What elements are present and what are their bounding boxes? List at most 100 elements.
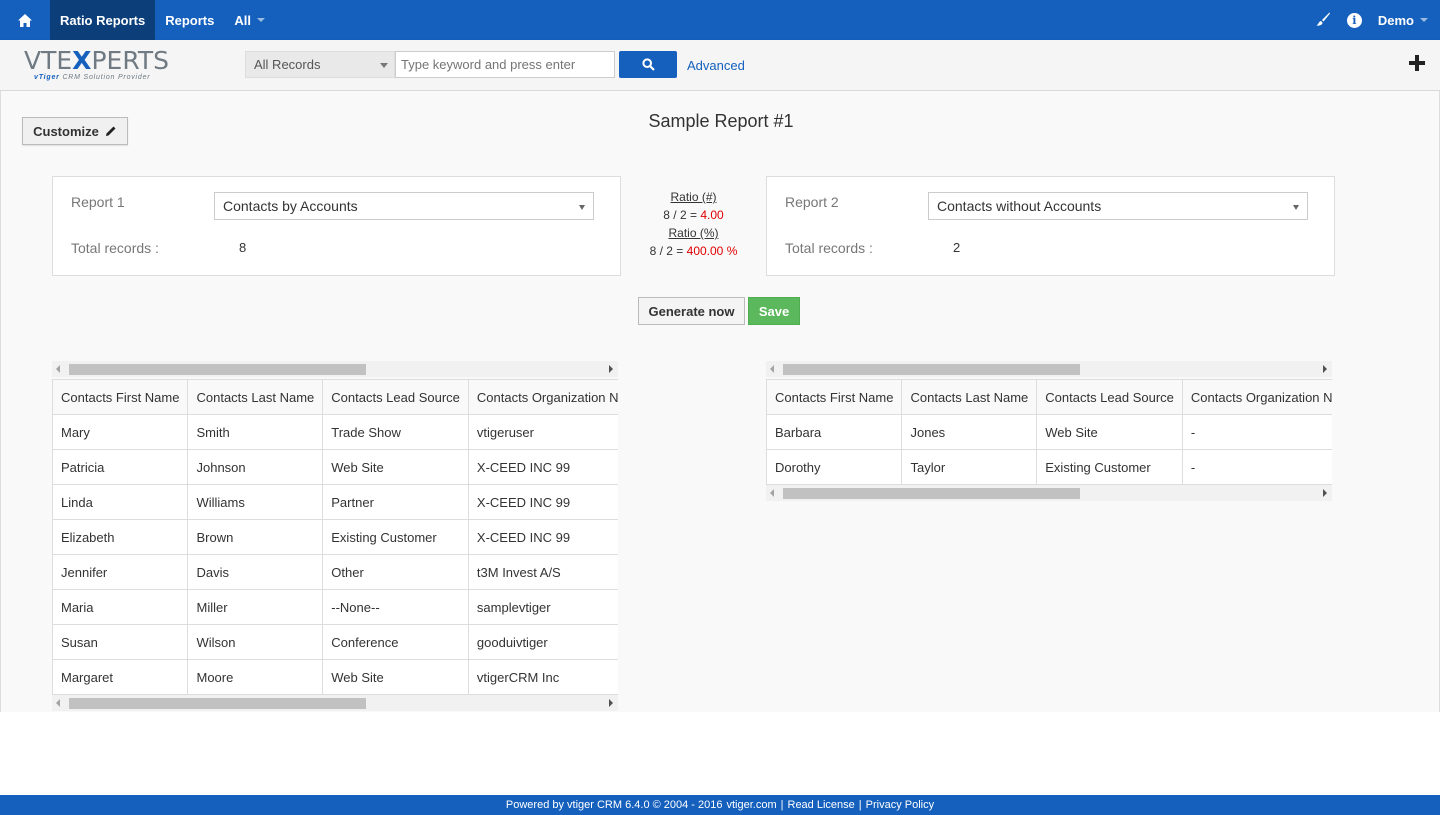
column-header[interactable]: Contacts Lead Source — [1036, 379, 1183, 415]
column-header[interactable]: Contacts Organization Name — [467, 379, 618, 415]
logo-text-left: VTE — [24, 46, 73, 75]
record-filter-select[interactable]: All Records — [245, 51, 395, 78]
brush-icon[interactable] — [1315, 11, 1331, 30]
logo-tagline-brand: vTiger — [34, 74, 60, 81]
column-header[interactable]: Contacts First Name — [766, 379, 903, 415]
vtexperts-logo[interactable]: VTEXPERTS vTiger CRM Solution Provider — [24, 48, 180, 84]
save-button[interactable]: Save — [748, 297, 800, 325]
report-1-table: Contacts First Name Contacts Last Name Con… — [52, 379, 618, 695]
search-input[interactable] — [395, 51, 615, 78]
table-header-row: Contacts First Name Contacts Last Name Con… — [52, 379, 618, 415]
scroll-left-icon[interactable] — [56, 699, 60, 707]
column-header[interactable]: Contacts Lead Source — [322, 379, 469, 415]
ratio-count-label: Ratio (#) — [670, 190, 717, 204]
record-filter-value: All Records — [254, 57, 321, 72]
ratio-percent-label: Ratio (%) — [668, 226, 719, 240]
report-1-select[interactable]: Contacts by Accounts — [214, 192, 594, 220]
report-2-panel: Report 2 Contacts without Accounts Total… — [766, 176, 1335, 276]
column-header[interactable]: Contacts Organization Name — [1181, 379, 1332, 415]
footer-separator: | — [780, 799, 784, 811]
nav-tab-all[interactable]: All — [224, 0, 275, 40]
home-icon[interactable] — [0, 0, 50, 40]
logo-text-right: PERTS — [91, 46, 170, 75]
nav-tab-ratio-reports[interactable]: Ratio Reports — [50, 0, 156, 40]
table-cell: gooduivtiger — [467, 624, 618, 660]
footer-license-link[interactable]: Read License — [788, 799, 855, 811]
table-cell: Davis — [187, 554, 324, 590]
footer-privacy-link[interactable]: Privacy Policy — [866, 799, 934, 811]
table-row: Mary Smith Trade Show vtigeruser — [52, 414, 618, 450]
footer-powered: Powered by vtiger CRM 6.4.0 © 2004 - 201… — [505, 799, 723, 811]
scrollbar-thumb[interactable] — [783, 364, 1080, 375]
plus-icon[interactable] — [1408, 54, 1426, 75]
logo-wordmark: VTEXPERTS — [24, 48, 180, 74]
table-cell: Brown — [187, 519, 324, 555]
user-menu[interactable]: Demo — [1378, 0, 1428, 40]
scrollbar-thumb[interactable] — [69, 698, 366, 709]
table-cell: Moore — [187, 659, 324, 695]
table-1-bottom-scrollbar[interactable] — [52, 695, 618, 711]
column-header[interactable]: Contacts First Name — [52, 379, 189, 415]
report-1-label: Report 1 — [71, 194, 125, 210]
table-cell: Wilson — [187, 624, 324, 660]
table-cell: Existing Customer — [1036, 449, 1183, 485]
scroll-left-icon[interactable] — [770, 365, 774, 373]
report-2-label: Report 2 — [785, 194, 839, 210]
table-cell: Dorothy — [766, 449, 903, 485]
table-cell: Williams — [187, 484, 324, 520]
table-row: Jennifer Davis Other t3M Invest A/S — [52, 554, 618, 590]
table-2-top-scrollbar[interactable] — [766, 361, 1332, 377]
table-cell: Existing Customer — [322, 519, 469, 555]
ratio-count-value: 4.00 — [700, 208, 724, 222]
ratio-percent-expr: 8 / 2 = — [649, 244, 687, 258]
main-content: Customize Sample Report #1 Report 1 Cont… — [0, 91, 1440, 712]
table-cell: --None-- — [322, 589, 469, 625]
ratio-percent-value: 400.00 % — [686, 244, 738, 258]
column-header[interactable]: Contacts Last Name — [187, 379, 324, 415]
caret-down-icon — [380, 63, 388, 68]
column-header[interactable]: Contacts Last Name — [901, 379, 1038, 415]
scroll-right-icon[interactable] — [1323, 489, 1327, 497]
info-icon[interactable]: i — [1346, 12, 1362, 28]
advanced-search-link[interactable]: Advanced — [687, 58, 745, 73]
report-1-selected: Contacts by Accounts — [223, 198, 358, 214]
table-cell: vtigeruser — [467, 414, 618, 450]
report-1-total-value: 8 — [239, 240, 247, 255]
table-header-row: Contacts First Name Contacts Last Name Con… — [766, 379, 1332, 415]
scroll-right-icon[interactable] — [609, 699, 613, 707]
nav-tab-reports[interactable]: Reports — [155, 0, 224, 40]
footer-vtiger-link[interactable]: vtiger.com — [727, 799, 777, 811]
nav-tab-label: Ratio Reports — [60, 12, 146, 28]
table-row: Susan Wilson Conference gooduivtiger — [52, 624, 618, 660]
table-cell: Smith — [187, 414, 324, 450]
table-cell: Patricia — [52, 449, 189, 485]
table-cell: Miller — [187, 589, 324, 625]
chevron-down-icon — [256, 18, 265, 22]
scroll-left-icon[interactable] — [770, 489, 774, 497]
report-2-select[interactable]: Contacts without Accounts — [928, 192, 1308, 220]
scroll-right-icon[interactable] — [609, 365, 613, 373]
generate-now-button[interactable]: Generate now — [638, 297, 745, 325]
caret-down-icon — [1293, 205, 1299, 210]
table-1-top-scrollbar[interactable] — [52, 361, 618, 377]
scrollbar-thumb[interactable] — [69, 364, 366, 375]
logo-tagline-text: CRM Solution Provider — [62, 74, 151, 81]
table-cell: Jones — [901, 414, 1038, 450]
scroll-right-icon[interactable] — [1323, 365, 1327, 373]
ratio-count-expr: 8 / 2 = — [663, 208, 701, 222]
scrollbar-thumb[interactable] — [783, 488, 1080, 499]
nav-right-group: i Demo — [1315, 0, 1428, 40]
scroll-left-icon[interactable] — [56, 365, 60, 373]
table-cell: Maria — [52, 589, 189, 625]
report-2-total-label: Total records : — [785, 240, 873, 256]
chevron-down-icon — [1420, 18, 1428, 22]
page-title: Sample Report #1 — [648, 111, 794, 131]
table-row: Dorothy Taylor Existing Customer - — [766, 449, 1332, 485]
table-row: Margaret Moore Web Site vtigerCRM Inc — [52, 659, 618, 695]
top-navbar: Ratio Reports Reports All i Demo — [0, 0, 1440, 40]
table-body: Mary Smith Trade Show vtigeruser Patricia Joh… — [52, 414, 618, 695]
search-button[interactable] — [619, 51, 677, 78]
table-2-bottom-scrollbar[interactable] — [766, 485, 1332, 501]
report-1-panel: Report 1 Contacts by Accounts Total reco… — [52, 176, 621, 276]
table-cell: Jennifer — [52, 554, 189, 590]
